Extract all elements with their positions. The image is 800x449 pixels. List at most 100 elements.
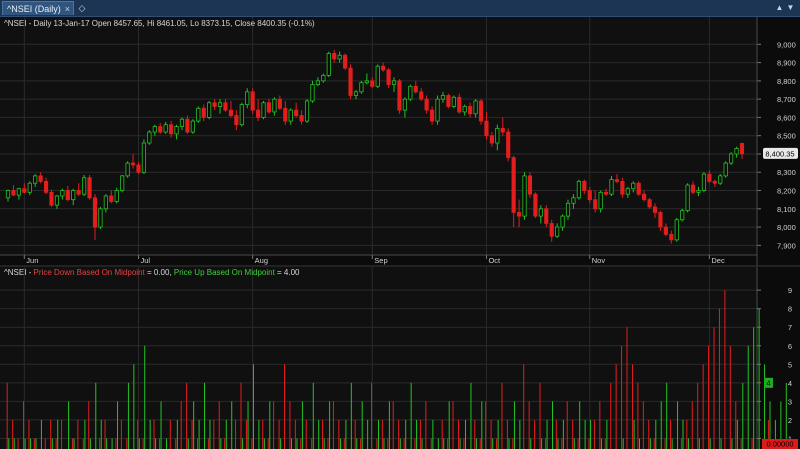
tab-nsei-daily[interactable]: ^NSEI (Daily) ×: [2, 1, 74, 15]
candle-body: [283, 107, 288, 122]
candle-body: [158, 126, 163, 133]
candle-body: [451, 96, 456, 107]
candle-body: [598, 191, 603, 210]
candle-body: [587, 190, 592, 201]
candle-body: [348, 67, 353, 96]
tab-bar: ^NSEI (Daily) × ◇ ▲ ▼: [0, 0, 800, 17]
candle-body: [402, 98, 407, 111]
candle-body: [614, 179, 620, 182]
price-y-tick-label: 8,800: [777, 77, 796, 86]
candle-body: [54, 195, 60, 206]
candle-body: [326, 53, 331, 76]
candle-body: [440, 95, 446, 100]
candle-body: [163, 124, 168, 133]
candle-body: [652, 206, 658, 213]
price-x-tick-label: Jul: [140, 256, 150, 265]
candle-body: [533, 193, 538, 217]
last-price-badge: 8,400.35: [763, 147, 798, 159]
candle-body: [636, 182, 641, 195]
price-x-tick-label: Dec: [711, 256, 725, 265]
candle-body: [468, 106, 473, 115]
candle-body: [207, 102, 212, 118]
candle-body: [16, 188, 21, 196]
candle-body: [272, 98, 277, 113]
candle-body: [707, 173, 712, 182]
candle-body: [457, 96, 462, 113]
price-header: ^NSEI - Daily 13-Jan-17 Open 8457.65, Hi…: [4, 19, 315, 28]
series-down-value: = 0.00,: [145, 268, 174, 277]
candle-body: [370, 80, 375, 87]
chart-area[interactable]: ^NSEI - Daily 13-Jan-17 Open 8457.65, Hi…: [0, 17, 800, 449]
price-pane[interactable]: ^NSEI - Daily 13-Jan-17 Open 8457.65, Hi…: [0, 17, 800, 266]
candle-body: [147, 131, 152, 144]
candle-body: [391, 80, 397, 85]
candle-body: [364, 80, 369, 84]
indicator-pane[interactable]: ^NSEI - Price Down Based On Midpoint = 0…: [0, 267, 800, 449]
candle-body: [136, 164, 141, 173]
candle-body: [294, 109, 299, 116]
candle-body: [696, 190, 701, 193]
indicator-zero-label: 0.00000: [766, 440, 793, 449]
candle-body: [734, 148, 739, 155]
candle-body: [435, 98, 440, 122]
candle-body: [397, 80, 402, 111]
candle-body: [332, 53, 337, 60]
candle-body: [223, 102, 228, 111]
candle-body: [603, 191, 609, 195]
candle-body: [22, 188, 27, 193]
new-tab-icon[interactable]: ◇: [74, 1, 90, 15]
close-icon[interactable]: ×: [65, 2, 70, 16]
candle-body: [506, 131, 511, 159]
candle-body: [446, 95, 451, 107]
candle-body: [353, 91, 359, 96]
candle-body: [729, 153, 734, 164]
candle-body: [478, 100, 484, 122]
candle-body: [321, 74, 326, 82]
last-price-label: 8,400.35: [765, 149, 794, 158]
candle-body: [103, 195, 108, 210]
indicator-y-tick-label: 6: [788, 342, 792, 351]
price-y-tick-label: 7,900: [777, 241, 796, 250]
candle-body: [647, 199, 652, 208]
candle-body: [381, 65, 386, 71]
candle-body: [65, 190, 70, 201]
candle-body: [130, 162, 136, 166]
candle-body: [212, 102, 217, 107]
scroll-up-icon[interactable]: ▲: [774, 1, 785, 15]
candle-body: [680, 210, 685, 221]
candle-body: [642, 193, 647, 201]
candle-body: [38, 175, 43, 182]
candle-body: [701, 173, 707, 191]
price-y-tick-label: 8,900: [777, 59, 796, 68]
candle-body: [571, 197, 576, 204]
candle-body: [674, 219, 679, 241]
candle-body: [511, 157, 516, 213]
price-x-tick-label: Sep: [374, 256, 387, 265]
indicator-y-tick-label: 3: [788, 397, 792, 406]
candle-body: [375, 65, 380, 87]
candle-body: [33, 175, 38, 184]
candle-body: [109, 195, 114, 202]
candle-body: [549, 223, 554, 237]
candle-body: [538, 208, 543, 217]
candle-body: [5, 190, 11, 199]
candle-body: [544, 208, 549, 224]
price-y-tick-label: 8,500: [777, 132, 796, 141]
series-up-label: Price Up Based On Midpoint: [174, 268, 276, 277]
price-y-tick-label: 8,100: [777, 205, 796, 214]
candle-body: [120, 175, 125, 191]
candle-body: [576, 180, 581, 199]
candle-body: [266, 102, 272, 113]
candle-body: [228, 109, 234, 116]
price-y-tick-label: 8,600: [777, 113, 796, 122]
scroll-down-icon[interactable]: ▼: [785, 1, 796, 15]
indicator-y-tick-label: 7: [788, 323, 792, 332]
candle-body: [386, 69, 391, 85]
candle-body: [663, 226, 668, 235]
candle-body: [239, 104, 244, 126]
candle-body: [359, 82, 364, 93]
price-x-tick-label: Jun: [26, 256, 38, 265]
candle-body: [217, 102, 223, 107]
candle-body: [609, 179, 614, 195]
indicator-y-tick-label: 2: [788, 416, 792, 425]
